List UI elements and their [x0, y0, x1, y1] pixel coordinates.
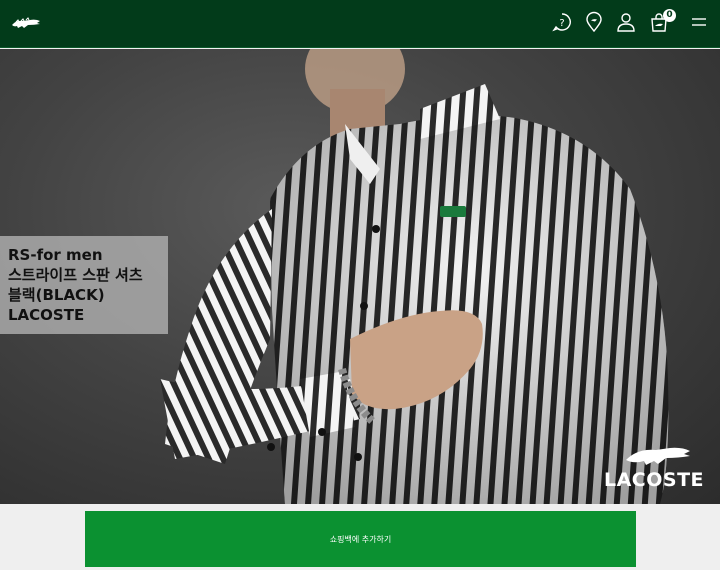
add-to-bag-button[interactable]: 쇼핑백에 추가하기 — [85, 511, 636, 567]
brand-watermark-text: LACOSTE — [603, 469, 705, 491]
overlay-line-category: RS-for men — [8, 246, 103, 264]
product-hero-image: RS-for men 스트라이프 스판 셔츠 블랙(BLACK) LACOSTE… — [0, 49, 720, 504]
location-icon[interactable] — [583, 11, 605, 33]
crocodile-logo-icon[interactable] — [10, 12, 42, 34]
top-header: ? 0 — [0, 0, 720, 48]
overlay-line-brand: LACOSTE — [8, 306, 85, 324]
cart-count-badge: 0 — [663, 9, 676, 22]
svg-text:?: ? — [559, 18, 564, 29]
user-icon[interactable] — [615, 11, 637, 33]
overlay-line-product-name: 스트라이프 스판 셔츠 — [8, 266, 143, 284]
help-icon[interactable]: ? — [551, 11, 573, 33]
menu-icon[interactable] — [688, 11, 710, 33]
overlay-line-color: 블랙(BLACK) — [8, 286, 105, 304]
product-info-overlay: RS-for men 스트라이프 스판 셔츠 블랙(BLACK) LACOSTE — [0, 236, 168, 334]
